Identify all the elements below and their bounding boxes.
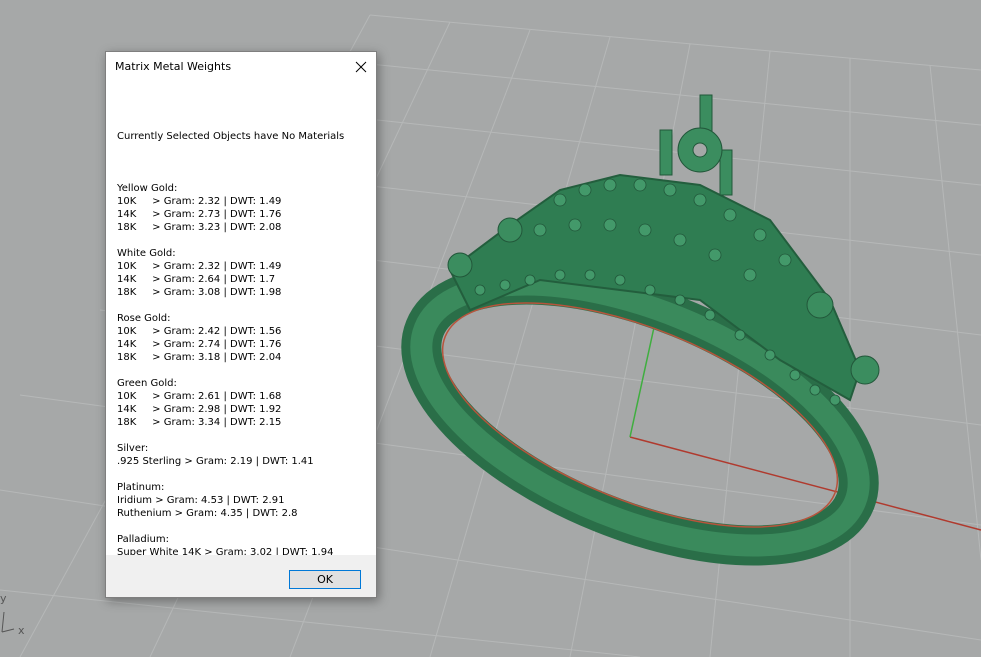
dialog-title-bar[interactable]: Matrix Metal Weights: [106, 52, 376, 82]
weight-line: Iridium > Gram: 4.53 | DWT: 2.91: [117, 495, 285, 506]
weight-line: 18K > Gram: 3.18 | DWT: 2.04: [117, 352, 282, 363]
ok-button[interactable]: OK: [289, 570, 361, 589]
weight-line: 18K > Gram: 3.23 | DWT: 2.08: [117, 222, 282, 233]
dialog-footer: OK: [106, 555, 376, 597]
weight-line: 10K > Gram: 2.32 | DWT: 1.49: [117, 261, 282, 272]
axis-x-label: x: [18, 624, 25, 637]
selection-status: Currently Selected Objects have No Mater…: [117, 131, 345, 142]
weight-line: .925 Sterling > Gram: 2.19 | DWT: 1.41: [117, 456, 314, 467]
weight-line: 14K > Gram: 2.64 | DWT: 1.7: [117, 274, 276, 285]
metal-groups: Yellow Gold: 10K > Gram: 2.32 | DWT: 1.49…: [117, 182, 372, 585]
metal-group: Silver: .925 Sterling > Gram: 2.19 | DWT:…: [117, 442, 372, 468]
weight-line: 10K > Gram: 2.42 | DWT: 1.56: [117, 326, 282, 337]
metal-group-heading: Green Gold:: [117, 378, 177, 389]
weight-line: Ruthenium > Gram: 4.35 | DWT: 2.8: [117, 508, 298, 519]
weight-line: 18K > Gram: 3.08 | DWT: 1.98: [117, 287, 282, 298]
weight-line: 14K > Gram: 2.73 | DWT: 1.76: [117, 209, 282, 220]
metal-group-heading: Platinum:: [117, 482, 165, 493]
metal-group-heading: Palladium:: [117, 534, 169, 545]
metal-group: Platinum: Iridium > Gram: 4.53 | DWT: 2.9…: [117, 481, 372, 520]
dialog-title: Matrix Metal Weights: [115, 60, 232, 73]
metal-group: Green Gold: 10K > Gram: 2.61 | DWT: 1.68 1…: [117, 377, 372, 429]
close-icon: [355, 61, 367, 73]
metal-group-heading: Silver:: [117, 443, 149, 454]
weight-line: 10K > Gram: 2.61 | DWT: 1.68: [117, 391, 282, 402]
metal-group: Yellow Gold: 10K > Gram: 2.32 | DWT: 1.49…: [117, 182, 372, 234]
weight-line: 18K > Gram: 3.34 | DWT: 2.15: [117, 417, 282, 428]
metal-weights-dialog: Matrix Metal Weights Currently Selected …: [105, 51, 377, 598]
metal-group: Rose Gold: 10K > Gram: 2.42 | DWT: 1.56 14…: [117, 312, 372, 364]
close-button[interactable]: [346, 52, 376, 82]
weight-line: 14K > Gram: 2.74 | DWT: 1.76: [117, 339, 282, 350]
metal-group-heading: Yellow Gold:: [117, 183, 178, 194]
metal-group-heading: White Gold:: [117, 248, 176, 259]
weights-report: Currently Selected Objects have No Mater…: [117, 104, 372, 611]
metal-group-heading: Rose Gold:: [117, 313, 171, 324]
axis-y-label: y: [0, 592, 7, 605]
ring-model[interactable]: [386, 94, 895, 599]
weight-line: 10K > Gram: 2.32 | DWT: 1.49: [117, 196, 282, 207]
weight-line: 14K > Gram: 2.98 | DWT: 1.92: [117, 404, 282, 415]
metal-group: White Gold: 10K > Gram: 2.32 | DWT: 1.49 1…: [117, 247, 372, 299]
